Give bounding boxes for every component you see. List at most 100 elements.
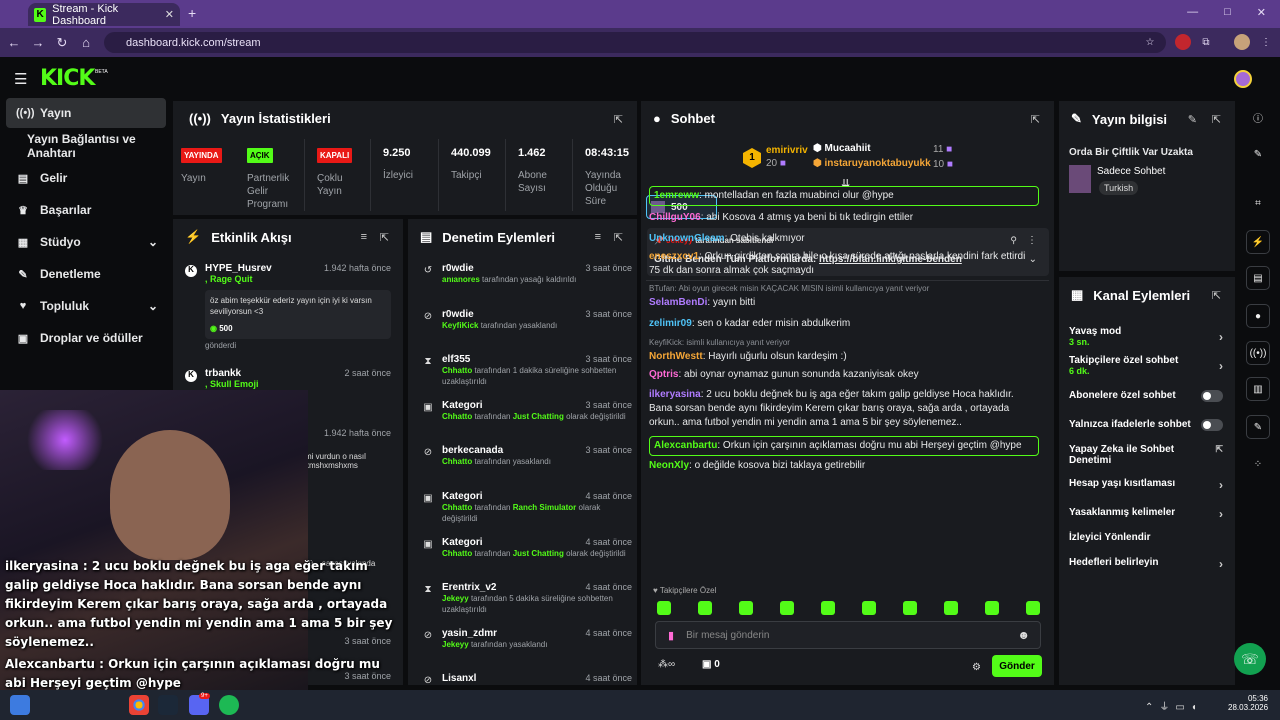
info-icon[interactable]: ⓘ [1246, 105, 1270, 129]
points-icon[interactable]: ⁂∞ [658, 659, 675, 670]
forward-icon[interactable]: → [26, 35, 50, 50]
toggle-switch[interactable] [1201, 390, 1223, 402]
emote-icon[interactable] [821, 601, 835, 615]
emote-icon[interactable] [944, 601, 958, 615]
sidebar-item-studyo[interactable]: ▦ Stüdyo ⌄ [6, 227, 166, 257]
maximize-icon[interactable]: □ [1224, 6, 1231, 19]
sidebar-item-stream-key[interactable]: Yayın Bağlantısı ve Anahtarı [6, 131, 172, 161]
system-tray[interactable]: ⌃⏚▭◖ [1145, 698, 1203, 713]
emoji-icon[interactable]: ☻ [1017, 628, 1030, 642]
chat-message[interactable]: Alexcanbartu: Orkun için çarşının açıkla… [649, 436, 1039, 456]
broadcast-rail-icon[interactable]: ((•)) [1246, 341, 1270, 365]
chat-username[interactable]: Alexcanbartu [654, 440, 717, 451]
chat-username[interactable]: NeonXly [649, 460, 689, 471]
address-bar[interactable]: dashboard.kick.com/stream [104, 32, 1166, 53]
home-icon[interactable]: ⌂ [74, 35, 98, 50]
sidebar-item-denetleme[interactable]: ✎ Denetleme [6, 259, 166, 289]
chat-username[interactable]: ChillguY06 [649, 212, 701, 223]
chat-message[interactable]: BTufan: Abi oyun girecek misin KAÇACAK M… [649, 282, 1039, 310]
popout-icon[interactable]: ⇱ [1212, 289, 1221, 302]
sidebar-item-droplar[interactable]: ▣ Droplar ve ödüller [6, 323, 166, 353]
popout-icon[interactable]: ⇱ [614, 231, 623, 244]
chrome-icon[interactable] [129, 695, 149, 715]
back-icon[interactable]: ← [2, 35, 26, 50]
emote-icon[interactable] [698, 601, 712, 615]
chat-message[interactable]: ChillguY06: abi Kosova 4 atmış ya beni b… [649, 211, 1039, 225]
chat-input[interactable]: ▮ Bir mesaj gönderin ☻ [655, 621, 1041, 649]
chat-message[interactable]: KeyfiKick: isimli kullanıcıya yanıt veri… [649, 336, 1039, 364]
chat-message[interactable]: NeonXly: o değilde kosova bizi taklaya g… [649, 459, 1039, 473]
edit-rail-icon[interactable]: ✎ [1246, 142, 1270, 166]
filter-icon[interactable]: ≡ [595, 231, 601, 243]
chat-username[interactable]: Qptris [649, 369, 678, 380]
sidebar-item-yayin[interactable]: ((•)) Yayın [6, 98, 166, 128]
filter-icon[interactable]: ≡ [361, 231, 367, 243]
channel-action[interactable]: Yalnızca ifadelerle sohbet [1069, 419, 1229, 431]
channel-action[interactable]: İzleyici Yönlendir [1069, 532, 1229, 543]
clipboard-rail-icon[interactable]: ▤ [1246, 266, 1270, 290]
chat-username[interactable]: eneszxcv1 [649, 251, 699, 262]
emote-icon[interactable] [985, 601, 999, 615]
browser-tab[interactable]: K Stream - Kick Dashboard ✕ [28, 3, 180, 27]
spotify-icon[interactable] [219, 695, 239, 715]
layout-rail-icon[interactable]: ▥ [1246, 377, 1270, 401]
emote-icon[interactable] [862, 601, 876, 615]
extensions-puzzle-icon[interactable]: ⧉ [1198, 34, 1214, 50]
chat-message[interactable]: UnknownGleam: Otebis kalkmıyor [649, 232, 1039, 246]
popout-icon[interactable]: ⇱ [614, 113, 623, 126]
channel-action[interactable]: Yavaş mod 3 sn. › [1069, 326, 1229, 347]
emote-icon[interactable] [657, 601, 671, 615]
chat-username[interactable]: UnknownGleam [649, 233, 725, 244]
channel-action[interactable]: Yasaklanmış kelimeler › [1069, 507, 1229, 521]
channel-action[interactable]: Hesap yaşı kısıtlaması › [1069, 478, 1229, 492]
chat-username[interactable]: SelamBenDi [649, 297, 707, 308]
edit-icon[interactable]: ✎ [1188, 113, 1197, 126]
profile-avatar[interactable] [1234, 34, 1250, 50]
emote-icon[interactable] [739, 601, 753, 615]
chat-username[interactable]: NorthWestt [649, 351, 703, 362]
minimize-icon[interactable]: — [1187, 6, 1198, 19]
chat-username[interactable]: 1emreww [654, 190, 699, 201]
user-avatar[interactable] [1234, 70, 1252, 88]
close-window-icon[interactable]: ✕ [1257, 6, 1266, 19]
popout-icon[interactable]: ⇱ [1212, 113, 1221, 126]
chat-rail-icon[interactable]: ● [1246, 304, 1270, 328]
chat-message[interactable]: Qptris: abi oynar oynamaz gunun sonunda … [649, 368, 1039, 382]
kick-logo[interactable]: KICK [40, 66, 95, 91]
chat-message[interactable]: 1emreww: montelladan en fazla muabinci o… [649, 186, 1039, 206]
channel-action[interactable]: Abonelere özel sohbet [1069, 390, 1229, 402]
emote-icon[interactable] [780, 601, 794, 615]
steam-icon[interactable] [158, 695, 178, 715]
chat-message[interactable]: zelimir09: sen o kadar eder misin abdulk… [649, 317, 1039, 331]
bolt-rail-icon[interactable]: ⚡ [1246, 230, 1270, 254]
sidebar-item-basarilar[interactable]: ♛ Başarılar [6, 195, 166, 225]
channel-action[interactable]: Hedefleri belirleyin › [1069, 557, 1229, 571]
sidebar-item-gelir[interactable]: ▤ Gelir [6, 163, 166, 193]
emote-icon[interactable] [1026, 601, 1040, 615]
popout-icon[interactable]: ⇱ [380, 231, 389, 244]
emote-icon[interactable] [903, 601, 917, 615]
settings-icon[interactable]: ⚙ [972, 662, 981, 673]
menu-icon[interactable]: ☰ [14, 70, 27, 88]
support-icon[interactable]: ☏ [1234, 643, 1266, 675]
add-widget-icon[interactable]: ⁘ [1246, 452, 1270, 476]
chat-username[interactable]: ilkeryasina [649, 389, 701, 400]
new-tab-button[interactable]: + [188, 5, 196, 21]
chat-message[interactable]: ilkeryasina: 2 ucu boklu değnek bu iş ag… [649, 388, 1039, 430]
toggle-switch[interactable] [1201, 419, 1223, 431]
sidebar-item-topluluk[interactable]: ♥ Topluluk ⌄ [6, 291, 166, 321]
channel-action[interactable]: Takipçilere özel sohbet 6 dk. › [1069, 355, 1229, 376]
send-button[interactable]: Gönder [992, 655, 1042, 677]
extension-icon[interactable] [1175, 34, 1191, 50]
channel-action[interactable]: Yapay Zeka ile Sohbet Denetimi ⇱ [1069, 444, 1229, 466]
chat-username[interactable]: zelimir09 [649, 318, 692, 329]
browser-menu-icon[interactable]: ⋮ [1258, 34, 1274, 50]
screenshot-icon[interactable]: ⌗ [1246, 191, 1270, 215]
chat-message[interactable]: eneszxcv1: Orkun girdikten sonra bile o … [649, 250, 1039, 278]
popout-icon[interactable]: ⇱ [1031, 113, 1040, 126]
tab-close-icon[interactable]: ✕ [165, 8, 174, 21]
mic-icon[interactable]: ▮ [668, 629, 674, 642]
reload-icon[interactable]: ↻ [50, 35, 74, 51]
taskbar-app-icon[interactable] [10, 695, 30, 715]
bookmark-star-icon[interactable]: ☆ [1142, 34, 1158, 50]
